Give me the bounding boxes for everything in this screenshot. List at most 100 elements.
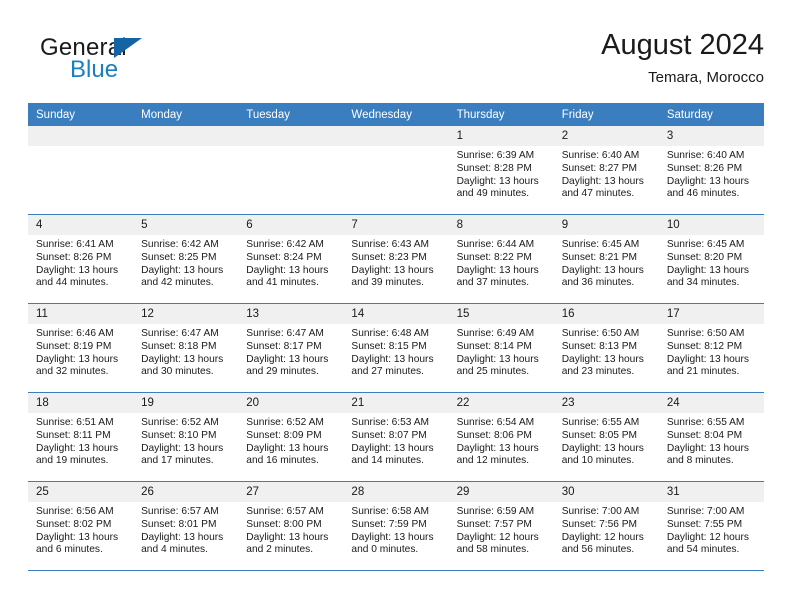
sunrise-text: Sunrise: 6:55 AM [666, 417, 745, 428]
brand-blue-text: Blue [70, 56, 119, 83]
calendar-day-cell[interactable]: 23 Sunrise: 6:55 AM Sunset: 8:05 PM Dayligh… [553, 392, 659, 482]
daylight-text: Daylight: 13 hours and 46 minutes. [666, 175, 749, 200]
sunrise-text: Sunrise: 6:52 AM [246, 417, 324, 428]
weekday-header-tuesday: Tuesday [238, 103, 344, 126]
sunset-text: Sunset: 8:07 PM [351, 429, 427, 441]
calendar-week-row: 11 Sunrise: 6:46 AM Sunset: 8:19 PM Dayligh… [28, 303, 764, 393]
calendar-day-cell[interactable]: 30 Sunrise: 7:00 AM Sunset: 7:56 PM Dayligh… [553, 481, 659, 571]
day-number: 13 [238, 304, 344, 324]
calendar-week-row: 18 Sunrise: 6:51 AM Sunset: 8:11 PM Dayligh… [28, 392, 764, 482]
daylight-text: Daylight: 13 hours and 19 minutes. [36, 442, 119, 467]
brand-logo[interactable]: General Blue [40, 34, 230, 90]
day-details: Sunrise: 6:42 AM Sunset: 8:25 PM Daylight:… [133, 235, 238, 290]
day-number: 18 [28, 393, 134, 413]
calendar-week-row: 1 Sunrise: 6:39 AM Sunset: 8:28 PM Daylight… [28, 126, 764, 215]
calendar-day-cell[interactable]: 8 Sunrise: 6:44 AM Sunset: 8:22 PM Daylight… [448, 214, 554, 304]
weekday-header-row: Sunday Monday Tuesday Wednesday Thursday… [28, 103, 764, 126]
day-number: 16 [553, 304, 659, 324]
day-details: Sunrise: 6:41 AM Sunset: 8:26 PM Daylight:… [28, 235, 133, 290]
day-details: Sunrise: 6:45 AM Sunset: 8:20 PM Daylight:… [659, 235, 764, 290]
calendar-day-cell[interactable]: 3 Sunrise: 6:40 AM Sunset: 8:26 PM Daylight… [658, 126, 764, 215]
sunrise-text: Sunrise: 6:40 AM [666, 150, 745, 161]
calendar-day-cell[interactable]: 6 Sunrise: 6:42 AM Sunset: 8:24 PM Daylight… [238, 214, 344, 304]
calendar-day-cell[interactable]: 12 Sunrise: 6:47 AM Sunset: 8:18 PM Dayligh… [133, 303, 239, 393]
day-details: Sunrise: 6:57 AM Sunset: 8:00 PM Daylight:… [238, 502, 343, 557]
sunrise-text: Sunrise: 6:45 AM [561, 239, 640, 250]
day-number [133, 126, 239, 146]
calendar-day-cell[interactable]: 14 Sunrise: 6:48 AM Sunset: 8:15 PM Dayligh… [343, 303, 449, 393]
calendar-day-cell[interactable]: 25 Sunrise: 6:56 AM Sunset: 8:02 PM Dayligh… [28, 481, 134, 571]
daylight-text: Daylight: 12 hours and 58 minutes. [456, 531, 539, 556]
day-number: 12 [133, 304, 239, 324]
daylight-text: Daylight: 13 hours and 16 minutes. [246, 442, 329, 467]
day-number: 28 [343, 482, 449, 502]
calendar-day-cell[interactable]: 4 Sunrise: 6:41 AM Sunset: 8:26 PM Daylight… [28, 214, 134, 304]
day-number: 19 [133, 393, 239, 413]
calendar-day-cell[interactable]: 10 Sunrise: 6:45 AM Sunset: 8:20 PM Dayligh… [658, 214, 764, 304]
sunset-text: Sunset: 8:15 PM [351, 340, 427, 352]
sunset-text: Sunset: 8:12 PM [666, 340, 743, 352]
daylight-text: Daylight: 13 hours and 37 minutes. [456, 264, 539, 289]
sunset-text: Sunset: 8:09 PM [246, 429, 322, 441]
daylight-text: Daylight: 13 hours and 2 minutes. [246, 531, 329, 556]
daylight-text: Daylight: 13 hours and 10 minutes. [561, 442, 644, 467]
calendar-day-cell[interactable]: 16 Sunrise: 6:50 AM Sunset: 8:13 PM Dayligh… [553, 303, 659, 393]
calendar-day-cell[interactable]: 26 Sunrise: 6:57 AM Sunset: 8:01 PM Dayligh… [133, 481, 239, 571]
day-number: 27 [238, 482, 344, 502]
day-details: Sunrise: 6:45 AM Sunset: 8:21 PM Daylight:… [554, 235, 659, 290]
sunrise-text: Sunrise: 6:47 AM [246, 328, 324, 339]
sunrise-text: Sunrise: 6:48 AM [351, 328, 430, 339]
day-number: 8 [448, 215, 554, 235]
calendar-day-cell[interactable]: 28 Sunrise: 6:58 AM Sunset: 7:59 PM Dayligh… [343, 481, 449, 571]
day-details: Sunrise: 6:55 AM Sunset: 8:04 PM Daylight:… [659, 413, 764, 468]
calendar-day-cell[interactable]: 1 Sunrise: 6:39 AM Sunset: 8:28 PM Daylight… [448, 126, 554, 215]
daylight-text: Daylight: 13 hours and 6 minutes. [36, 531, 119, 556]
sunrise-text: Sunrise: 6:49 AM [456, 328, 535, 339]
daylight-text: Daylight: 13 hours and 44 minutes. [36, 264, 119, 289]
daylight-text: Daylight: 13 hours and 0 minutes. [351, 531, 434, 556]
day-number: 14 [343, 304, 449, 324]
day-number: 1 [448, 126, 554, 146]
calendar-day-cell[interactable]: 19 Sunrise: 6:52 AM Sunset: 8:10 PM Dayligh… [133, 392, 239, 482]
day-details: Sunrise: 6:40 AM Sunset: 8:27 PM Daylight:… [554, 146, 659, 201]
calendar-day-cell[interactable]: 2 Sunrise: 6:40 AM Sunset: 8:27 PM Daylight… [553, 126, 659, 215]
sunset-text: Sunset: 8:23 PM [351, 251, 427, 263]
calendar-day-cell[interactable]: 31 Sunrise: 7:00 AM Sunset: 7:55 PM Dayligh… [658, 481, 764, 571]
sunrise-text: Sunrise: 6:55 AM [561, 417, 640, 428]
day-number: 11 [28, 304, 134, 324]
calendar-day-cell[interactable]: 13 Sunrise: 6:47 AM Sunset: 8:17 PM Dayligh… [238, 303, 344, 393]
calendar-day-cell[interactable]: 18 Sunrise: 6:51 AM Sunset: 8:11 PM Dayligh… [28, 392, 134, 482]
sunset-text: Sunset: 8:27 PM [561, 162, 638, 174]
sunset-text: Sunset: 8:20 PM [666, 251, 743, 263]
daylight-text: Daylight: 13 hours and 41 minutes. [246, 264, 329, 289]
sunset-text: Sunset: 8:28 PM [456, 162, 532, 174]
day-number [28, 126, 134, 146]
calendar-day-cell[interactable]: 24 Sunrise: 6:55 AM Sunset: 8:04 PM Dayligh… [658, 392, 764, 482]
calendar-day-cell[interactable]: 15 Sunrise: 6:49 AM Sunset: 8:14 PM Dayligh… [448, 303, 554, 393]
daylight-text: Daylight: 13 hours and 12 minutes. [456, 442, 539, 467]
day-details: Sunrise: 6:49 AM Sunset: 8:14 PM Daylight:… [449, 324, 554, 379]
day-details: Sunrise: 6:47 AM Sunset: 8:17 PM Daylight:… [238, 324, 343, 379]
calendar-day-cell[interactable]: 5 Sunrise: 6:42 AM Sunset: 8:25 PM Daylight… [133, 214, 239, 304]
calendar-day-cell[interactable]: 7 Sunrise: 6:43 AM Sunset: 8:23 PM Daylight… [343, 214, 449, 304]
daylight-text: Daylight: 13 hours and 23 minutes. [561, 353, 644, 378]
sunrise-text: Sunrise: 6:50 AM [561, 328, 640, 339]
calendar-day-cell[interactable]: 21 Sunrise: 6:53 AM Sunset: 8:07 PM Dayligh… [343, 392, 449, 482]
calendar-day-cell[interactable]: 29 Sunrise: 6:59 AM Sunset: 7:57 PM Dayligh… [448, 481, 554, 571]
daylight-text: Daylight: 13 hours and 30 minutes. [141, 353, 224, 378]
day-details: Sunrise: 6:43 AM Sunset: 8:23 PM Daylight:… [343, 235, 448, 290]
day-details: Sunrise: 6:53 AM Sunset: 8:07 PM Daylight:… [343, 413, 448, 468]
calendar-day-cell[interactable]: 22 Sunrise: 6:54 AM Sunset: 8:06 PM Dayligh… [448, 392, 554, 482]
calendar-day-cell[interactable]: 11 Sunrise: 6:46 AM Sunset: 8:19 PM Dayligh… [28, 303, 134, 393]
brand-triangle-icon [114, 38, 142, 58]
daylight-text: Daylight: 13 hours and 29 minutes. [246, 353, 329, 378]
calendar-day-cell[interactable]: 27 Sunrise: 6:57 AM Sunset: 8:00 PM Dayligh… [238, 481, 344, 571]
sunset-text: Sunset: 8:18 PM [141, 340, 217, 352]
calendar-day-cell[interactable]: 17 Sunrise: 6:50 AM Sunset: 8:12 PM Dayligh… [658, 303, 764, 393]
calendar-day-cell[interactable]: 9 Sunrise: 6:45 AM Sunset: 8:21 PM Daylight… [553, 214, 659, 304]
calendar-day-cell-empty [28, 126, 134, 215]
day-details: Sunrise: 7:00 AM Sunset: 7:55 PM Daylight:… [659, 502, 764, 557]
calendar-day-cell[interactable]: 20 Sunrise: 6:52 AM Sunset: 8:09 PM Dayligh… [238, 392, 344, 482]
day-details: Sunrise: 6:54 AM Sunset: 8:06 PM Daylight:… [449, 413, 554, 468]
day-details: Sunrise: 6:55 AM Sunset: 8:05 PM Daylight:… [554, 413, 659, 468]
